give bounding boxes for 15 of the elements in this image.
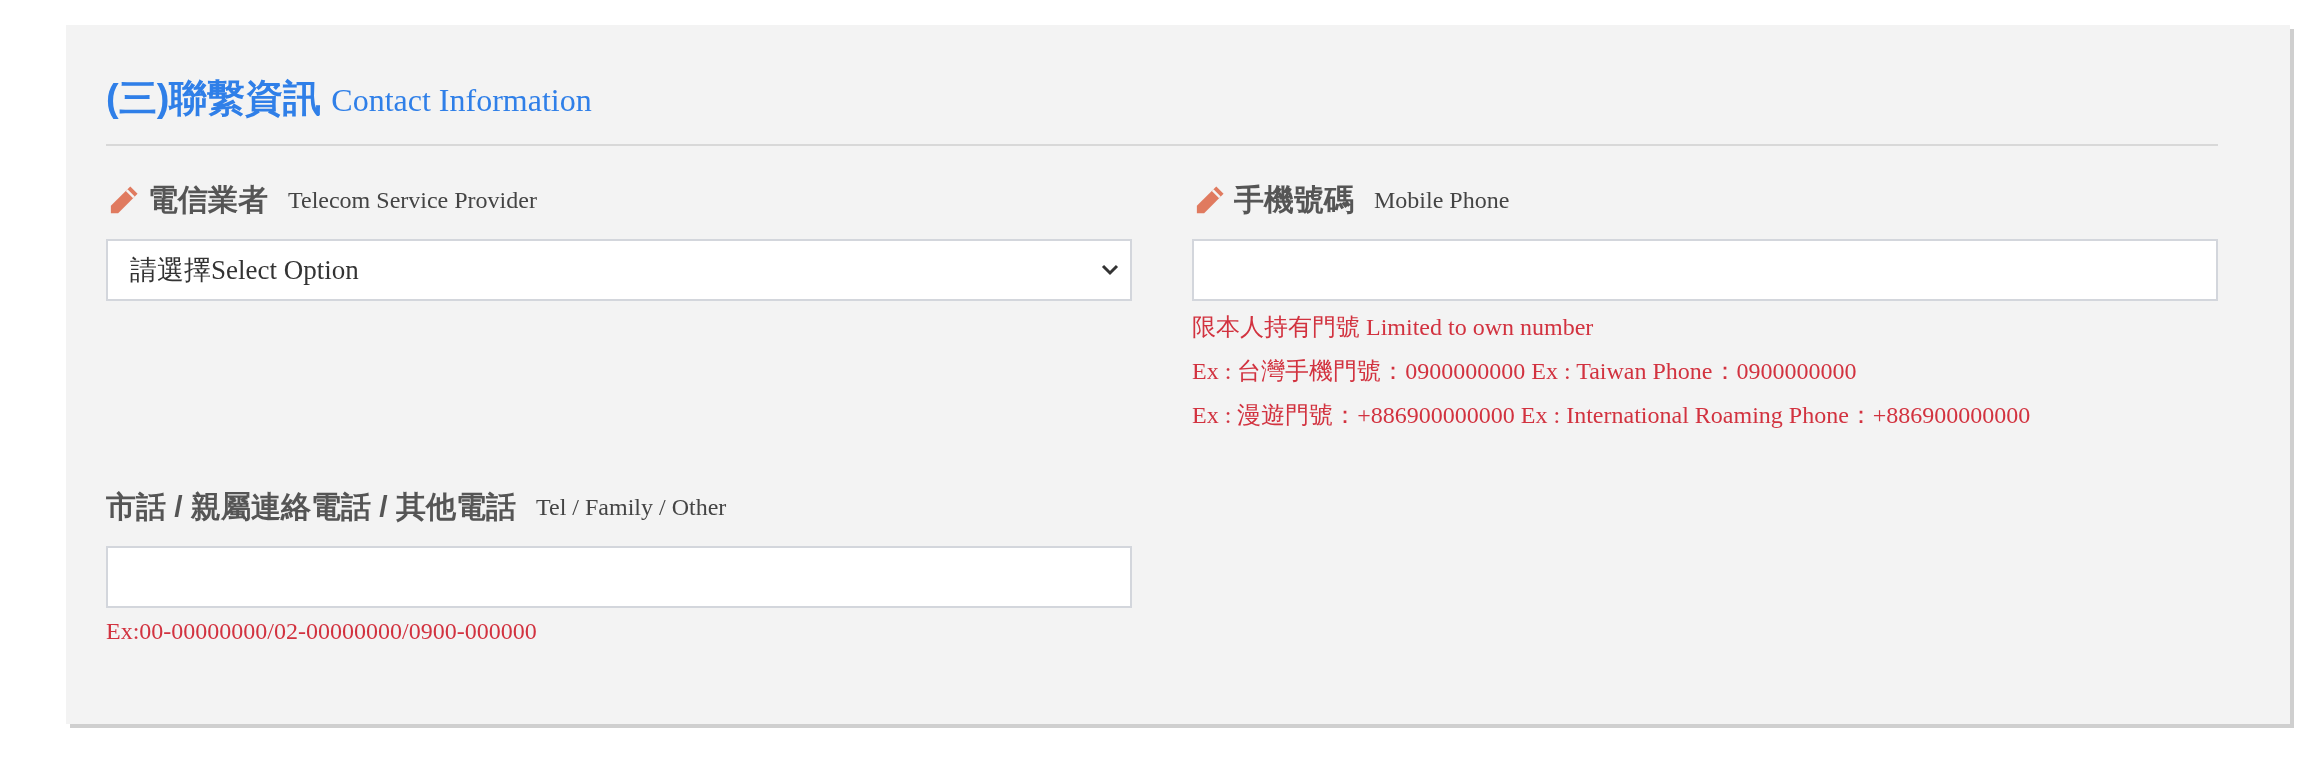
field-label: 手機號碼	[1234, 182, 1354, 218]
input-field[interactable]	[106, 546, 1132, 608]
select-field[interactable]: 請選擇Select Option	[106, 239, 1132, 301]
field-label: Mobile Phone	[1374, 187, 1510, 214]
field-label: 電信業者	[148, 182, 268, 218]
field-label: Tel / Family / Other	[536, 494, 727, 521]
hint-text: Ex : 漫遊門號：+886900000000 Ex : International Roaming Phone：+886900000000	[1192, 401, 2032, 430]
field-label: 市話 / 親屬連絡電話 / 其他電話	[106, 489, 516, 525]
field-label: Telecom Service Provider	[288, 187, 537, 214]
hint-text: 限本人持有門號 Limited to own number	[1192, 313, 1595, 342]
input-field[interactable]	[1192, 239, 2218, 301]
hint-text: Ex:00-00000000/02-00000000/0900-000000	[106, 618, 538, 645]
section-title: (三)聯繫資訊	[106, 76, 322, 121]
section-subtitle: Contact Information	[331, 82, 592, 119]
hint-text: Ex : 台灣手機門號：0900000000 Ex : Taiwan Phone：0900000000	[1192, 357, 1858, 386]
